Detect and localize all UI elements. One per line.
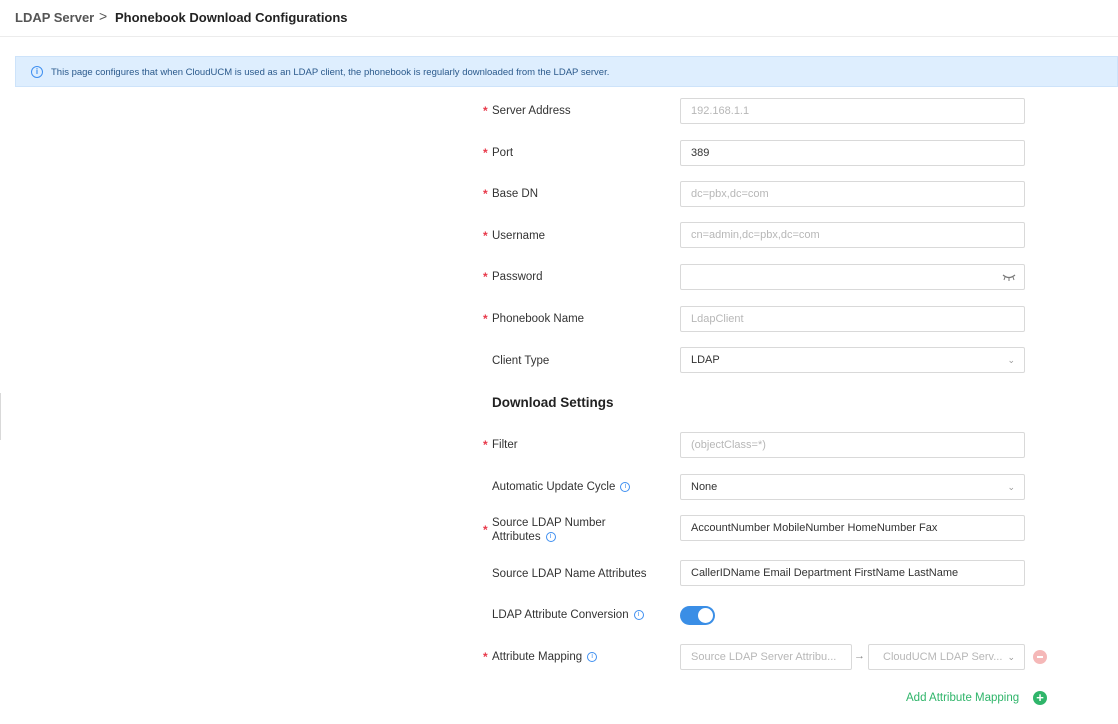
attribute-mapping-label: Attribute Mapping i <box>492 650 598 664</box>
client-type-value: LDAP <box>691 354 720 366</box>
server-address-label: Server Address <box>492 105 571 117</box>
eye-closed-icon[interactable] <box>1002 272 1016 282</box>
help-icon[interactable]: i <box>620 481 631 492</box>
help-icon[interactable]: i <box>587 651 598 662</box>
username-label: Username <box>492 230 546 242</box>
server-address-input[interactable]: 192.168.1.1 <box>680 98 1025 124</box>
password-label: Password <box>492 271 543 283</box>
required-asterisk: * <box>483 104 488 118</box>
username-input[interactable]: cn=admin,dc=pbx,dc=com <box>680 222 1025 248</box>
update-cycle-label-text: Automatic Update Cycle <box>492 481 616 493</box>
name-attributes-input[interactable]: CallerIDName Email Department FirstName … <box>680 560 1025 586</box>
attribute-conversion-label: LDAP Attribute Conversion i <box>492 608 644 622</box>
breadcrumb-parent[interactable]: LDAP Server <box>15 10 94 25</box>
base-dn-label: Base DN <box>492 188 539 200</box>
source-attribute-input[interactable]: Source LDAP Server Attribu... <box>680 644 852 670</box>
download-settings-title: Download Settings <box>492 395 614 410</box>
target-attribute-placeholder: CloudUCM LDAP Serv... <box>883 651 1003 663</box>
toggle-knob <box>698 608 713 623</box>
filter-label: Filter <box>492 439 518 451</box>
filter-input[interactable]: (objectClass=*) <box>680 432 1025 458</box>
info-text: This page configures that when CloudUCM … <box>51 67 610 78</box>
update-cycle-value: None <box>691 481 718 493</box>
number-attributes-label: Source LDAP Number Attributes i <box>492 516 606 544</box>
required-asterisk: * <box>483 438 488 452</box>
required-asterisk: * <box>483 229 488 243</box>
base-dn-input[interactable]: dc=pbx,dc=com <box>680 181 1025 207</box>
name-attributes-label: Source LDAP Name Attributes <box>492 568 647 580</box>
page-header: LDAP Server > Phonebook Download Configu… <box>0 0 1118 37</box>
attribute-mapping-label-text: Attribute Mapping <box>492 651 583 663</box>
remove-mapping-button[interactable] <box>1033 650 1047 664</box>
help-icon[interactable]: i <box>545 531 556 542</box>
info-banner: i This page configures that when CloudUC… <box>15 56 1118 87</box>
number-attributes-label-line1: Source LDAP Number <box>492 517 606 529</box>
phonebook-name-label: Phonebook Name <box>492 313 585 325</box>
required-asterisk: * <box>483 187 488 201</box>
info-icon: i <box>31 66 43 78</box>
update-cycle-select[interactable]: None ⌄ <box>680 474 1025 500</box>
required-asterisk: * <box>483 523 488 537</box>
client-type-select[interactable]: LDAP ⌄ <box>680 347 1025 373</box>
client-type-label: Client Type <box>492 355 550 367</box>
attribute-conversion-toggle[interactable] <box>680 606 715 625</box>
chevron-down-icon: ⌄ <box>1007 355 1015 365</box>
breadcrumb-separator: > <box>99 8 108 24</box>
port-label: Port <box>492 147 514 159</box>
target-attribute-select[interactable]: CloudUCM LDAP Serv... ⌄ <box>868 644 1025 670</box>
chevron-down-icon: ⌄ <box>1007 482 1015 492</box>
required-asterisk: * <box>483 312 488 326</box>
required-asterisk: * <box>483 270 488 284</box>
password-input[interactable] <box>680 264 1025 290</box>
chevron-down-icon: ⌄ <box>1007 652 1015 662</box>
phonebook-name-input[interactable]: LdapClient <box>680 306 1025 332</box>
add-attribute-mapping-link[interactable]: Add Attribute Mapping <box>906 692 1019 704</box>
attribute-conversion-label-text: LDAP Attribute Conversion <box>492 609 629 621</box>
add-icon[interactable]: + <box>1033 691 1047 705</box>
number-attributes-input[interactable]: AccountNumber MobileNumber HomeNumber Fa… <box>680 515 1025 541</box>
page-title: Phonebook Download Configurations <box>115 10 348 25</box>
mapping-arrow: → <box>854 650 865 662</box>
panel-edge <box>0 393 3 440</box>
number-attributes-label-line2: Attributes <box>492 531 541 543</box>
update-cycle-label: Automatic Update Cycle i <box>492 480 631 494</box>
required-asterisk: * <box>483 146 488 160</box>
help-icon[interactable]: i <box>633 609 644 620</box>
port-input[interactable]: 389 <box>680 140 1025 166</box>
required-asterisk: * <box>483 650 488 664</box>
